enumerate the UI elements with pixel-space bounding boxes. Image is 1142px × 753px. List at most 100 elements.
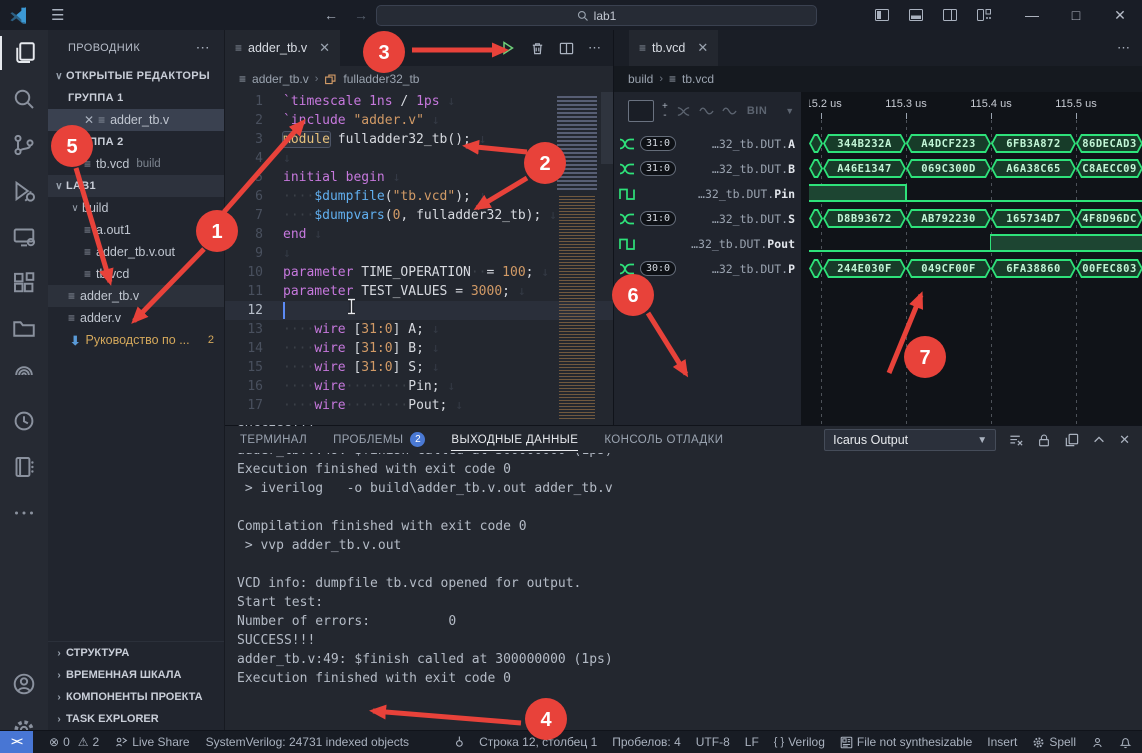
tree-item-adder_tb.v[interactable]: ✕≡adder_tb.v — [48, 109, 224, 131]
sidebar-section-task-explorer[interactable]: ›TASK EXPLORER — [48, 708, 224, 730]
split-editor-icon[interactable] — [559, 41, 574, 56]
breadcrumb-file[interactable]: tb.vcd — [682, 72, 714, 86]
run-button[interactable] — [500, 40, 516, 56]
toggle-sidebar-icon[interactable] — [874, 7, 890, 23]
forward-arrow-icon[interactable]: → — [354, 7, 368, 23]
live-share-status[interactable]: Live Share — [115, 735, 189, 749]
clear-output-icon[interactable] — [1009, 433, 1024, 448]
toggle-panel-icon[interactable] — [908, 7, 924, 23]
timeline-clock-icon[interactable] — [0, 398, 48, 444]
breadcrumb-folder[interactable]: build — [628, 72, 653, 86]
sidebar-more-icon[interactable]: ⋯ — [196, 39, 210, 56]
breadcrumb-symbol[interactable]: fulladder32_tb — [343, 72, 419, 86]
account-icon[interactable] — [0, 661, 48, 707]
explorer-icon[interactable] — [0, 30, 48, 76]
maximize-button[interactable]: □ — [1054, 0, 1098, 30]
panel-tab-проблемы[interactable]: ПРОБЛЕМЫ2 — [333, 426, 425, 453]
sidebar-section-структура[interactable]: ›СТРУКТУРА — [48, 642, 224, 664]
tree-item--...[interactable]: ⬇Руководство по ...2 — [48, 329, 224, 351]
port-icon[interactable]: ⚲ — [455, 735, 464, 749]
breadcrumb[interactable]: ≡ adder_tb.v › fulladder32_tb — [225, 66, 613, 92]
breadcrumb[interactable]: build › ≡ tb.vcd — [614, 66, 1142, 92]
source-control-icon[interactable] — [0, 122, 48, 168]
notebook-icon[interactable] — [0, 444, 48, 490]
extensions-icon[interactable] — [0, 260, 48, 306]
row-height-stepper[interactable]: +- — [662, 102, 668, 120]
signal-spiral-icon[interactable] — [0, 352, 48, 398]
run-debug-icon[interactable] — [0, 168, 48, 214]
tree-item-build[interactable]: ∨build — [48, 197, 224, 219]
tree-item-a.out1[interactable]: ≡a.out1 — [48, 219, 224, 241]
insert-mode-status[interactable]: Insert — [987, 735, 1017, 749]
bus-format-icon[interactable] — [676, 104, 691, 119]
indentation-status[interactable]: Пробелов: 4 — [612, 735, 681, 749]
editor-more-actions-icon[interactable]: ⋯ — [1117, 40, 1130, 56]
tree-item-tb.vcd[interactable]: ≡tb.vcdbuild — [48, 153, 224, 175]
tree-item--[interactable]: ∨ОТКРЫТЫЕ РЕДАКТОРЫ — [48, 65, 224, 87]
analog-wave-icon[interactable] — [699, 105, 714, 117]
signal-row-pin[interactable]: …32_tb.DUT.Pin — [614, 181, 801, 206]
eol-status[interactable]: LF — [745, 735, 759, 749]
breadcrumb-file[interactable]: adder_tb.v — [252, 72, 309, 86]
signal-row-pout[interactable]: …32_tb.DUT.Pout — [614, 231, 801, 256]
analog-wave-icon-2[interactable] — [722, 105, 737, 117]
search-view-icon[interactable] — [0, 76, 48, 122]
sidebar-section-компоненты-проекта[interactable]: ›КОМПОНЕНТЫ ПРОЕКТА — [48, 686, 224, 708]
close-button[interactable]: ✕ — [1098, 0, 1142, 30]
close-editor-icon[interactable]: ✕ — [84, 113, 94, 127]
panel-tab-выходные-данные[interactable]: ВЫХОДНЫЕ ДАННЫЕ — [451, 426, 578, 453]
menu-icon[interactable]: ☰ — [51, 6, 64, 24]
editor-more-actions-icon[interactable]: ⋯ — [588, 40, 601, 56]
encoding-status[interactable]: UTF-8 — [696, 735, 730, 749]
signal-row-p[interactable]: 30:0…32_tb.DUT.P — [614, 256, 801, 281]
problems-status[interactable]: ⊗ 0 ⚠ 2 — [49, 735, 99, 749]
color-swatch[interactable] — [628, 100, 654, 122]
trash-icon[interactable] — [530, 41, 545, 56]
maximize-panel-icon[interactable] — [1092, 433, 1106, 447]
code-area[interactable]: 1234567891011121314151617 `timescale 1ns… — [225, 92, 613, 425]
lock-icon[interactable] — [1037, 433, 1051, 448]
remote-indicator[interactable]: >< — [0, 731, 33, 753]
panel-tab-терминал[interactable]: ТЕРМИНАЛ — [240, 426, 307, 453]
open-in-editor-icon[interactable] — [1064, 433, 1079, 448]
language-mode-status[interactable]: { } Verilog — [774, 735, 825, 749]
chevron-down-icon[interactable]: ▼ — [785, 106, 794, 116]
signal-row-s[interactable]: 31:0…32_tb.DUT.S — [614, 206, 801, 231]
signal-row-a[interactable]: 31:0…32_tb.DUT.A — [614, 131, 801, 156]
remote-explorer-icon[interactable] — [0, 214, 48, 260]
tab-adder-tb-v[interactable]: ≡ adder_tb.v ✕ — [225, 30, 340, 66]
synthesizable-status[interactable]: File not synthesizable — [840, 735, 972, 749]
editor-scrollbar[interactable] — [601, 92, 613, 164]
tab-close-icon[interactable]: ✕ — [697, 40, 708, 56]
tree-item--2[interactable]: ГРУППА 2 — [48, 131, 224, 153]
back-arrow-icon[interactable]: ← — [324, 7, 338, 23]
notifications-bell-icon[interactable] — [1119, 736, 1132, 749]
command-center-search[interactable]: lab1 — [376, 5, 817, 26]
tree-item-lab1[interactable]: ∨LAB1 — [48, 175, 224, 197]
output-channel-select[interactable]: Icarus Output ▼ — [824, 429, 996, 451]
tree-item-adder_tb.v[interactable]: ≡adder_tb.v — [48, 285, 224, 307]
cursor-position-status[interactable]: Строка 12, столбец 1 — [479, 735, 597, 749]
signal-row-b[interactable]: 31:0…32_tb.DUT.B — [614, 156, 801, 181]
panel-tab-консоль-отладки[interactable]: КОНСОЛЬ ОТЛАДКИ — [604, 426, 723, 453]
minimap[interactable] — [557, 94, 601, 420]
feedback-icon[interactable] — [1091, 736, 1104, 749]
tree-item-tb.vcd[interactable]: ≡tb.vcd — [48, 263, 224, 285]
radix-dropdown[interactable]: BIN — [747, 105, 767, 117]
tree-item-adder.v[interactable]: ≡adder.v — [48, 307, 224, 329]
customize-layout-icon[interactable] — [976, 7, 992, 23]
tab-close-icon[interactable]: ✕ — [319, 40, 330, 56]
tree-item--1[interactable]: ГРУППА 1 — [48, 87, 224, 109]
minimize-button[interactable]: — — [1010, 0, 1054, 30]
terminal-output[interactable]: SUCCESS!!!adder_tb.v:49: $finish called … — [237, 422, 613, 688]
folder-view-icon[interactable] — [0, 306, 48, 352]
spell-status[interactable]: Spell — [1032, 735, 1076, 749]
tree-item-adder_tb.v.out[interactable]: ≡adder_tb.v.out — [48, 241, 224, 263]
close-panel-icon[interactable]: ✕ — [1119, 432, 1130, 448]
tab-tb-vcd[interactable]: ≡ tb.vcd ✕ — [629, 30, 718, 66]
toggle-secondary-sidebar-icon[interactable] — [942, 7, 958, 23]
sidebar-section-временная-шкала[interactable]: ›ВРЕМЕННАЯ ШКАЛА — [48, 664, 224, 686]
language-indexing-status[interactable]: SystemVerilog: 24731 indexed objects — [206, 735, 409, 749]
more-views-icon[interactable] — [0, 490, 48, 536]
waveform-canvas[interactable]: 115.2 us115.3 us115.4 us115.5 us344B232A… — [809, 92, 1142, 425]
